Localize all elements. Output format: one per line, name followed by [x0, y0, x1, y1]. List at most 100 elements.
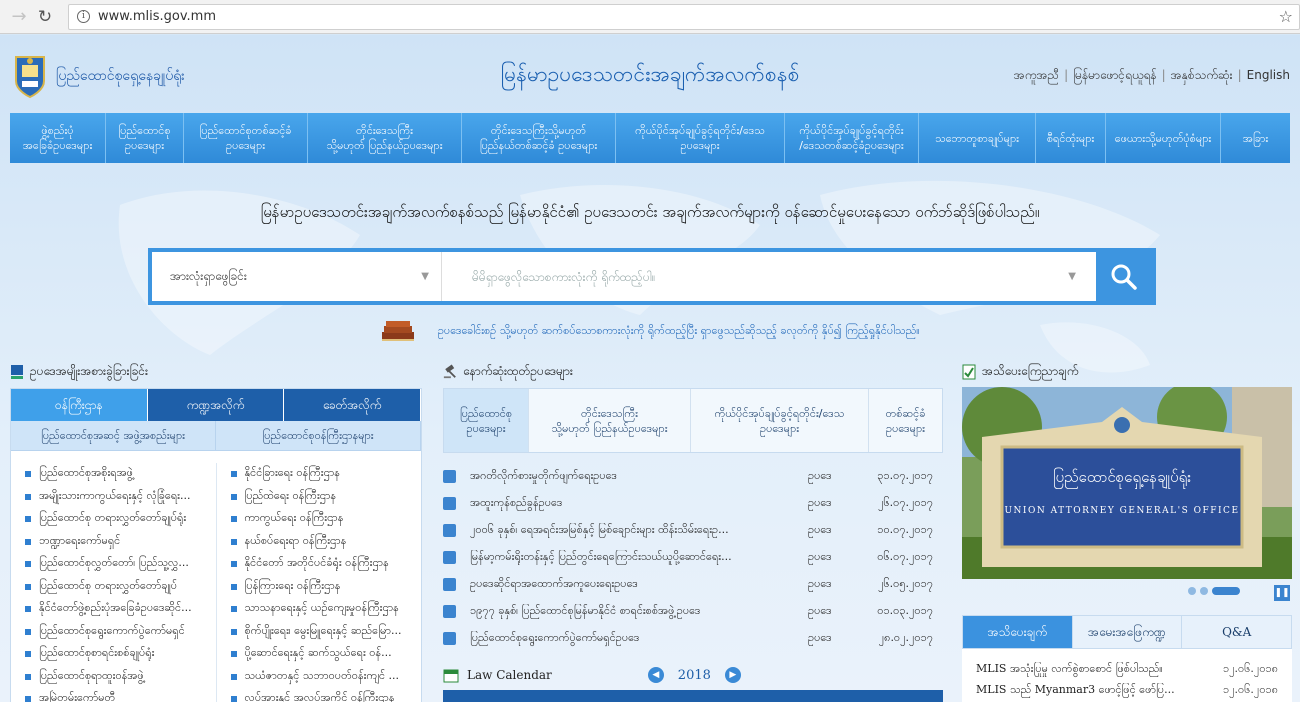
search-button[interactable]	[1096, 252, 1152, 301]
bullet-icon	[230, 696, 237, 702]
list-item[interactable]: ကာကွယ်ရေး ဝန်ကြီးဌာန	[230, 508, 416, 531]
slider-dot-active[interactable]	[1212, 587, 1240, 595]
list-item[interactable]: ဘဏ္ဍာရေးကော်မရှင်	[25, 531, 210, 554]
latest-laws-tab-2[interactable]: ကိုယ်ပိုင်အုပ်ချုပ်ခွင့်ရတိုင်း/ဒေသ ဥပဒေ…	[691, 389, 869, 452]
law-row[interactable]: ၁၉၇၇ ခုနှစ်၊ ပြည်ထောင်စုမြန်မာနိုင်ငံ စာ…	[443, 598, 943, 625]
law-row[interactable]: မြန်မာ့ကမ်းရိုးတန်းနှင့် ပြည်တွင်းရေကြော…	[443, 544, 943, 571]
nav-item-4[interactable]: တိုင်းဒေသကြီးသို့မဟုတ် ပြည်နယ်တစ်ဆင့်ခံ …	[462, 113, 616, 163]
announcement-title-text[interactable]: MLIS အသုံးပြုမှု လက်စွဲစာစောင် ဖြစ်ပါသည်…	[976, 662, 1196, 678]
law-row[interactable]: အထူးကုန်စည်ခွန်ဥပဒေ ဥပဒေ ၂၆.၀၇.၂၀၁၇	[443, 490, 943, 517]
announcement-list: MLIS အသုံးပြုမှု လက်စွဲစာစောင် ဖြစ်ပါသည်…	[962, 649, 1292, 702]
announcement-title-text[interactable]: MLIS သည် Myanmar3 ဖောင့်ဖြင့် ဖော်ပြ...	[976, 683, 1196, 699]
list-item[interactable]: စိုက်ပျိုးရေး၊ မွေးမြူရေးနှင့် ဆည်မြော..…	[230, 621, 416, 644]
address-bar[interactable]: i www.mlis.gov.mm ☆	[68, 3, 1300, 30]
help-link[interactable]: အကူအညီ	[1014, 68, 1059, 82]
announcement-row[interactable]: MLIS သည် Myanmar3 ဖောင့်ဖြင့် ဖော်ပြ... ၁…	[976, 680, 1278, 701]
office-sign-photo[interactable]: ပြည်ထောင်စုရှေ့နေချုပ်ရုံး UNION ATTORNE…	[962, 387, 1292, 579]
law-calendar-title: Law Calendar	[467, 668, 552, 682]
list-item[interactable]: ပြန်ကြားရေး ဝန်ကြီးဌာန	[230, 576, 416, 599]
slider-dot[interactable]	[1188, 587, 1196, 595]
search-input[interactable]	[442, 252, 1069, 301]
chevron-down-icon[interactable]: ▼	[1068, 271, 1076, 282]
announcement-date: ၁၂.၀၆.၂၀၁၈	[1222, 682, 1278, 696]
law-row[interactable]: ဥပဒေဆိုင်ရာအထောက်အကူပေးရေးဥပဒေ ဥပဒေ ၂၆.၀၅.…	[443, 571, 943, 598]
law-row[interactable]: ၂၀၀၆ ခုနှစ်၊ ရေအရင်းအမြစ်နှင့် မြစ်ချောင…	[443, 517, 943, 544]
nav-item-8[interactable]: စီရင်ထုံးများ	[1036, 113, 1106, 163]
nav-item-1[interactable]: ပြည်ထောင်စု ဥပဒေများ	[106, 113, 184, 163]
nav-item-10[interactable]: အခြား	[1221, 113, 1290, 163]
tab-qa[interactable]: Q&A	[1182, 616, 1292, 648]
list-item[interactable]: ပြည်ထောင်စုရာထူးဝန်အဖွဲ့	[25, 666, 210, 689]
list-item[interactable]: သယံဇာတနှင့် သဘာဝပတ်ဝန်းကျင် ...	[230, 666, 416, 689]
tab-faq[interactable]: အမေးအဖြေကဏ္ဍ	[1072, 616, 1183, 648]
gavel-icon	[443, 364, 456, 379]
nav-item-7[interactable]: သဘောတူစာချုပ်များ	[919, 113, 1036, 163]
bullet-icon	[230, 538, 237, 545]
list-item[interactable]: နိုင်ငံတော်ဖွဲ့စည်းပုံအခြေခံဥပဒေဆိုင်...	[25, 598, 210, 621]
forward-icon[interactable]: →	[6, 4, 32, 30]
law-row[interactable]: အဂတိလိုက်စားမှုတိုက်ဖျက်ရေးဥပဒေ ဥပဒေ ၃၁.၀၇…	[443, 463, 943, 490]
bullet-icon	[25, 696, 31, 702]
bullet-icon	[230, 651, 237, 658]
list-item[interactable]: အမျိုးသားကာကွယ်ရေးနှင့် လုံခြုံရေး...	[25, 486, 210, 509]
english-link[interactable]: English	[1247, 68, 1290, 82]
search-scope-select[interactable]: အားလုံးရှာဖွေခြင်း ▼	[152, 252, 442, 301]
list-item[interactable]: ပြည်ထောင်စုလွှတ်တော်၊ ပြည်သူ့လွှ...	[25, 553, 210, 576]
next-year-button[interactable]: ▶	[724, 667, 741, 683]
list-item-label: ပြည်ထောင်စုလွှတ်တော်၊ ပြည်သူ့လွှ...	[39, 556, 189, 570]
list-item[interactable]: ပြည်ထောင်စုစာရင်းစစ်ချုပ်ရုံး	[25, 643, 210, 666]
list-item[interactable]: လုပ်အားနှင့် အလုပ်အကိုင် ဝန်ကြီးဌာန	[230, 688, 416, 702]
list-item[interactable]: ပို့ဆောင်ရေးနှင့် ဆက်သွယ်ရေး ဝန်...	[230, 643, 416, 666]
list-item[interactable]: ပြည်ထဲရေး ဝန်ကြီးဌာန	[230, 486, 416, 509]
url-text[interactable]: www.mlis.gov.mm	[98, 9, 216, 24]
announcement-row[interactable]: MLIS အသုံးပြုမှု လက်စွဲစာစောင် ဖြစ်ပါသည်…	[976, 659, 1278, 680]
nav-item-5[interactable]: ကိုယ်ပိုင်အုပ်ချုပ်ခွင့်ရတိုင်း/ဒေသ ဥပဒေ…	[616, 113, 785, 163]
latest-laws-header: နောက်ဆုံးထုတ်ဥပဒေများ	[443, 362, 573, 382]
nav-item-9[interactable]: ဖေယားသို့မဟုတ်ပုံစံများ	[1106, 113, 1221, 163]
tab-era[interactable]: ခေတ်အလိုက်	[284, 389, 422, 421]
favorites-link[interactable]: အနှစ်သက်ဆုံး	[1171, 68, 1233, 82]
previous-year-button[interactable]: ◀	[647, 667, 664, 683]
law-title[interactable]: အထူးကုန်စည်ခွန်ဥပဒေ	[470, 496, 792, 512]
law-title[interactable]: မြန်မာ့ကမ်းရိုးတန်းနှင့် ပြည်တွင်းရေကြော…	[470, 550, 792, 566]
law-title[interactable]: အဂတိလိုက်စားမှုတိုက်ဖျက်ရေးဥပဒေ	[470, 469, 792, 485]
latest-laws-tabs: ပြည်ထောင်စု ဥပဒေများ တိုင်းဒေသကြီး သို့မဟ…	[443, 388, 943, 453]
list-item[interactable]: နိုင်ငံခြားရေး ဝန်ကြီးဌာန	[230, 463, 416, 486]
list-item[interactable]: ပြည်ထောင်စုအစိုးရအဖွဲ့	[25, 463, 210, 486]
document-icon	[443, 578, 456, 591]
info-icon[interactable]: i	[77, 10, 90, 23]
nav-item-3[interactable]: တိုင်းဒေသကြီး သို့မဟုတ် ပြည်နယ်ဥပဒေများ	[308, 113, 462, 163]
list-item[interactable]: နယ်စပ်ရေးရာ ဝန်ကြီးဌာန	[230, 531, 416, 554]
list-item[interactable]: သာသနာရေးနှင့် ယဉ်ကျေးမှုဝန်ကြီးဌာန	[230, 598, 416, 621]
slider-pause-button[interactable]: ❚❚	[1274, 585, 1290, 601]
list-item-label: အမျိုးသားကာကွယ်ရေးနှင့် လုံခြုံရေး...	[39, 488, 191, 502]
list-item[interactable]: ပြည်ထောင်စု တရားလွှတ်တော်ချုပ်	[25, 576, 210, 599]
law-title[interactable]: ပြည်ထောင်စုရွေးကောက်ပွဲကော်မရှင်ဥပဒေ	[470, 631, 792, 647]
law-title[interactable]: ၂၀၀၆ ခုနှစ်၊ ရေအရင်းအမြစ်နှင့် မြစ်ချောင…	[470, 523, 792, 539]
myanmar-font-link[interactable]: မြန်မာဖောင့်ရယူရန်	[1073, 68, 1156, 82]
bookmark-star-icon[interactable]: ☆	[1279, 7, 1293, 26]
tab-ministry[interactable]: ဝန်ကြီးဌာန	[11, 389, 148, 421]
tab-sector[interactable]: ကဏ္ဍအလိုက်	[147, 389, 285, 421]
bullet-icon	[230, 673, 237, 680]
bullet-icon	[25, 583, 31, 590]
slider-dot[interactable]	[1200, 587, 1208, 595]
list-item[interactable]: ပြည်ထောင်စုရွေးကောက်ပွဲကော်မရှင်	[25, 621, 210, 644]
nav-item-2[interactable]: ပြည်ထောင်စုတစ်ဆင့်ခံ ဥပဒေများ	[184, 113, 308, 163]
law-title[interactable]: ၁၉၇၇ ခုနှစ်၊ ပြည်ထောင်စုမြန်မာနိုင်ငံ စာ…	[470, 604, 792, 620]
latest-laws-tab-1[interactable]: တိုင်းဒေသကြီး သို့မဟုတ် ပြည်နယ်ဥပဒေများ	[529, 389, 691, 452]
latest-laws-tab-0[interactable]: ပြည်ထောင်စု ဥပဒေများ	[444, 389, 529, 452]
law-row[interactable]: ပြည်ထောင်စုရွေးကောက်ပွဲကော်မရှင်ဥပဒေ ဥပဒေ…	[443, 625, 943, 652]
chevron-down-icon: ▼	[421, 271, 429, 282]
nav-item-6[interactable]: ကိုယ်ပိုင်အုပ်ချုပ်ခွင့်ရတိုင်း /ဒေသတစ်ဆ…	[785, 113, 919, 163]
list-item[interactable]: ပြည်ထောင်စု တရားလွှတ်တော်ချုပ်ရုံး	[25, 508, 210, 531]
page: ပြည်ထောင်စုရှေ့နေချုပ်ရုံး မြန်မာဥပဒေသတင…	[0, 35, 1300, 702]
list-item[interactable]: အမြဲတမ်းကော်မတီ	[25, 688, 210, 702]
latest-laws-tab-3[interactable]: တစ်ဆင့်ခံ ဥပဒေများ	[869, 389, 942, 452]
tab-announcements[interactable]: အသိပေးချက်	[963, 616, 1073, 648]
law-title[interactable]: ဥပဒေဆိုင်ရာအထောက်အကူပေးရေးဥပဒေ	[470, 577, 792, 593]
list-item[interactable]: နိုင်ငံတော် အတိုင်ပင်ခံရုံး ဝန်ကြီးဌာန	[230, 553, 416, 576]
nav-item-0[interactable]: ဖွဲ့စည်းပုံ အခြေခံဥပဒေများ	[10, 113, 106, 163]
reload-icon[interactable]: ↻	[32, 4, 58, 30]
search-hint-text: ဥပဒေခေါင်းစဉ် သို့မဟုတ် ဆက်စပ်သောစကားလုံ…	[437, 324, 920, 337]
